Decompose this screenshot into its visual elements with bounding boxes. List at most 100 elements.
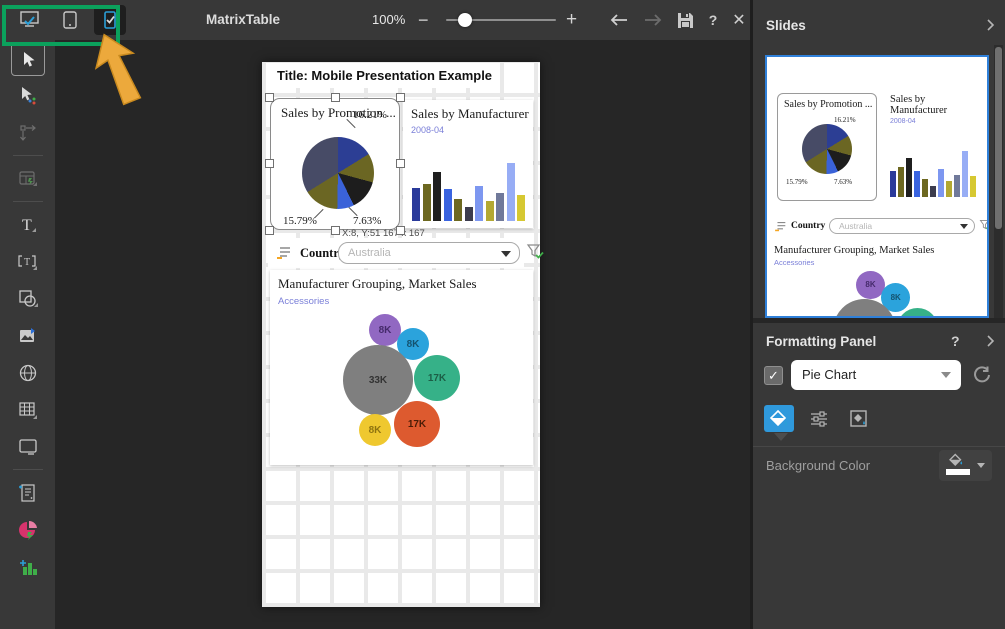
background-color-picker[interactable] xyxy=(939,450,992,481)
bar-segment xyxy=(946,181,952,197)
tool-bar-chart[interactable] xyxy=(0,548,55,585)
pie-leader-line xyxy=(314,209,323,218)
country-dropdown[interactable]: Australia xyxy=(338,242,520,264)
tool-form[interactable] xyxy=(0,474,55,511)
selection-handle-sw[interactable] xyxy=(265,226,274,235)
thumb-manufacturer-tile: Sales by Manufacturer 2008-04 xyxy=(885,90,982,203)
element-selector-value: Pie Chart xyxy=(802,360,856,390)
top-toolbar: MatrixTable 100% − + ? ✕ xyxy=(0,0,750,40)
zoom-slider-thumb[interactable] xyxy=(458,13,472,27)
undo-arrow-icon xyxy=(609,13,629,27)
bubble-chart-tile[interactable]: Manufacturer Grouping, Market Sales Acce… xyxy=(270,270,533,465)
reset-formatting-button[interactable] xyxy=(972,365,992,385)
pie-callout-bottom-right: 7.63% xyxy=(353,215,381,227)
page-title: Title: Mobile Presentation Example xyxy=(268,63,495,83)
frame-fill-icon xyxy=(849,409,869,429)
chevron-down-icon xyxy=(960,224,968,229)
pie-chart-icon xyxy=(18,520,38,540)
connector-icon xyxy=(18,123,38,143)
tool-card[interactable] xyxy=(0,428,55,465)
formatting-collapse-chevron-icon[interactable] xyxy=(983,334,997,348)
selection-handle-ne[interactable] xyxy=(396,93,405,102)
matrix-table-icon xyxy=(18,169,38,189)
slides-panel-title: Slides xyxy=(766,18,806,33)
save-button[interactable] xyxy=(672,0,698,40)
tool-shape[interactable] xyxy=(0,280,55,317)
selection-handle-se[interactable] xyxy=(396,226,405,235)
zoom-in-button[interactable]: + xyxy=(566,0,577,40)
design-canvas-page[interactable]: Title: Mobile Presentation Example Sales… xyxy=(262,62,540,607)
collapse-chevron-icon[interactable] xyxy=(983,18,997,32)
selection-handle-n[interactable] xyxy=(331,93,340,102)
thumb-manufacturer-title: Sales by Manufacturer xyxy=(885,90,982,116)
bar-segment xyxy=(898,167,904,197)
zoom-level: 100% xyxy=(372,0,405,40)
promotion-pie-chart[interactable] xyxy=(302,137,374,209)
element-visibility-checkbox[interactable]: ✓ xyxy=(764,366,783,385)
formatting-help-button[interactable]: ? xyxy=(951,333,960,349)
tablet-view-button[interactable] xyxy=(54,5,86,35)
thumb-manufacturer-subtitle: 2008-04 xyxy=(885,116,982,125)
tool-pie-chart[interactable] xyxy=(0,511,55,548)
selection-handle-w[interactable] xyxy=(265,159,274,168)
fill-tab[interactable] xyxy=(764,405,794,432)
selection-handle-s[interactable] xyxy=(331,226,340,235)
redo-button[interactable] xyxy=(640,0,666,40)
thumb-promotion-title: Sales by Promotion ... xyxy=(778,94,876,110)
slides-scrollbar-thumb[interactable] xyxy=(995,47,1002,229)
tool-image[interactable] xyxy=(0,317,55,354)
bubble-datapoint: 17K xyxy=(394,401,440,447)
manufacturer-bar-chart[interactable] xyxy=(412,163,525,221)
tool-multi-select[interactable] xyxy=(0,77,55,114)
page-title-band[interactable]: Title: Mobile Presentation Example xyxy=(268,63,495,88)
promotion-pie-tile[interactable]: Sales by Promotion ... 16.21% 15.79% 7.6… xyxy=(270,98,400,230)
country-dropdown-value: Australia xyxy=(348,243,391,264)
sliders-icon xyxy=(809,409,829,429)
close-button[interactable]: ✕ xyxy=(726,0,752,40)
selected-tab-caret xyxy=(774,433,788,441)
slides-scrollbar[interactable] xyxy=(994,45,1003,318)
form-icon xyxy=(18,483,38,503)
bar-segment xyxy=(496,193,504,221)
selection-handle-e[interactable] xyxy=(396,159,405,168)
bar-segment xyxy=(890,171,896,197)
tool-select[interactable] xyxy=(0,40,55,77)
desktop-view-button[interactable] xyxy=(14,5,46,35)
bubble-chart[interactable]: 8K8K33K17K17K8K xyxy=(270,270,533,465)
thumb-promotion-tile: Sales by Promotion ... 16.21% 15.79% 7.6… xyxy=(777,93,877,201)
undo-button[interactable] xyxy=(606,0,632,40)
bar-segment xyxy=(970,176,976,197)
selection-handle-nw[interactable] xyxy=(265,93,274,102)
device-switcher xyxy=(14,5,126,35)
tool-table[interactable] xyxy=(0,391,55,428)
manufacturer-bar-tile[interactable]: Sales by Manufacturer 2008-04 xyxy=(403,100,533,228)
chevron-down-icon xyxy=(501,251,511,257)
bar-segment xyxy=(423,184,431,221)
zoom-out-button[interactable]: − xyxy=(418,0,429,40)
bar-segment xyxy=(475,186,483,221)
pie-callout-top: 16.21% xyxy=(353,109,387,121)
element-selector-dropdown[interactable]: Pie Chart xyxy=(791,360,961,390)
tool-matrix-table[interactable] xyxy=(0,160,55,197)
left-tool-rail: T T xyxy=(0,40,55,629)
bar-segment xyxy=(906,158,912,197)
bar-chart-icon xyxy=(18,557,38,577)
help-button[interactable]: ? xyxy=(700,0,726,40)
thumb-country-label: Country xyxy=(791,215,825,237)
tool-connector[interactable] xyxy=(0,114,55,151)
globe-icon xyxy=(18,363,38,383)
bubble-datapoint: 8K xyxy=(359,414,391,446)
tool-text[interactable]: T xyxy=(0,206,55,243)
frame-fill-tab[interactable] xyxy=(844,405,874,432)
bubble-datapoint: 17K xyxy=(414,355,460,401)
thumb-filter-icon xyxy=(979,219,989,232)
rail-divider xyxy=(13,155,43,156)
annotation-arrow-icon xyxy=(86,30,150,108)
settings-tab[interactable] xyxy=(804,405,834,432)
mobile-view-button[interactable] xyxy=(94,5,126,35)
filter-applied-icon[interactable] xyxy=(526,243,544,261)
slide-thumbnail[interactable]: Sales by Promotion ... 16.21% 15.79% 7.6… xyxy=(765,55,989,318)
tablet-icon xyxy=(59,9,81,31)
tool-web[interactable] xyxy=(0,354,55,391)
tool-label[interactable]: T xyxy=(0,243,55,280)
